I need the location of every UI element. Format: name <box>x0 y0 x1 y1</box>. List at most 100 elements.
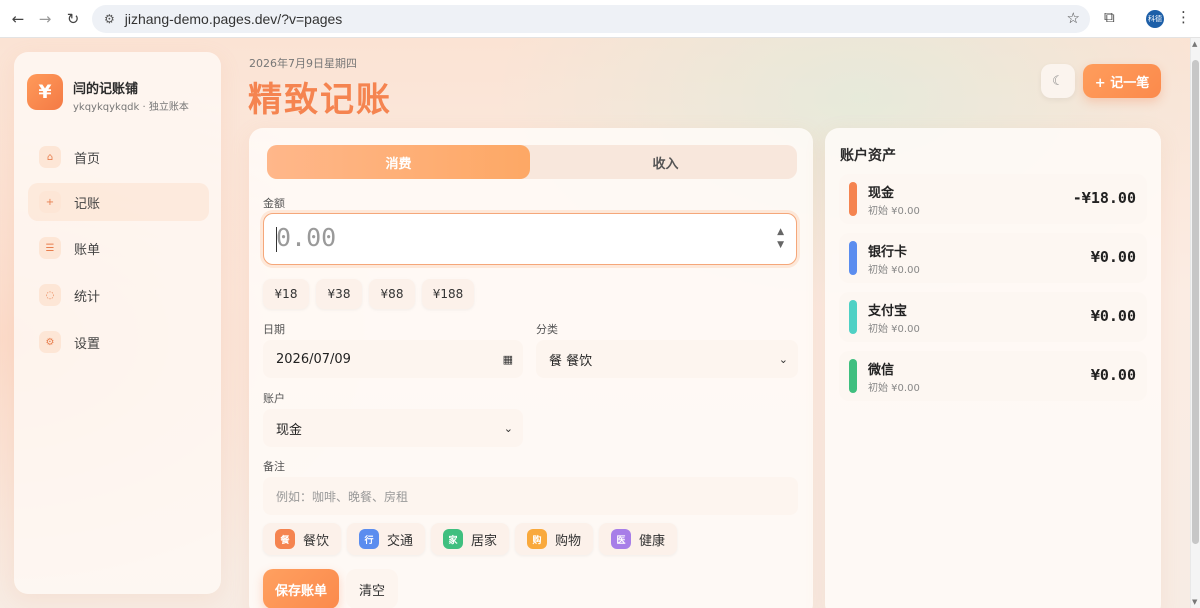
category-value: 餐 餐饮 <box>549 353 593 369</box>
scroll-up-icon[interactable]: ▲ <box>1192 40 1197 48</box>
account-color-bar <box>849 359 857 393</box>
account-balance: ¥0.00 <box>1090 307 1136 325</box>
home-category-icon: 家 <box>443 529 463 549</box>
back-icon[interactable]: ← <box>4 5 32 33</box>
scroll-down-icon[interactable]: ▼ <box>1192 598 1197 606</box>
extensions-icon[interactable]: ⧉ <box>1104 8 1115 26</box>
category-chip-dining[interactable]: 餐 餐饮 <box>263 523 341 555</box>
account-name: 微信 <box>868 363 895 378</box>
brand-name: 闫的记账铺 <box>73 82 139 97</box>
account-color-bar <box>849 182 857 216</box>
shopping-icon: 购 <box>527 529 547 549</box>
sidebar-item-label: 统计 <box>74 289 101 305</box>
amount-input[interactable]: 0.00 ▲ ▼ <box>263 213 797 265</box>
category-chip-transport[interactable]: 行 交通 <box>347 523 425 555</box>
accounts-panel: 账户资产 现金 初始 ¥0.00 -¥18.00 银行卡 初始 ¥0.00 ¥0… <box>825 128 1161 608</box>
account-color-bar <box>849 300 857 334</box>
chip-label: 居家 <box>471 533 498 549</box>
gear-icon: ⚙ <box>39 331 61 353</box>
account-color-bar <box>849 241 857 275</box>
category-chip-shopping[interactable]: 购 购物 <box>515 523 593 555</box>
date-field[interactable]: 2026/07/09 ▦ <box>263 340 523 378</box>
brand-logo-icon: ¥ <box>27 74 63 110</box>
dining-icon: 餐 <box>275 529 295 549</box>
calendar-icon[interactable]: ▦ <box>503 353 513 366</box>
plus-icon: + <box>39 191 61 213</box>
type-tabs: 消费 收入 <box>267 145 797 179</box>
account-name: 支付宝 <box>868 304 908 319</box>
quick-amount-button[interactable]: ¥188 <box>422 279 474 309</box>
page-scrollbar[interactable]: ▲ ▼ <box>1190 38 1200 608</box>
add-record-button[interactable]: + 记一笔 <box>1083 64 1161 98</box>
clear-button[interactable]: 清空 <box>346 569 398 608</box>
account-row-bank-card[interactable]: 银行卡 初始 ¥0.00 ¥0.00 <box>839 233 1147 283</box>
amount-label: 金额 <box>263 197 285 210</box>
chip-label: 交通 <box>387 533 414 549</box>
category-label: 分类 <box>536 323 558 336</box>
scrollbar-thumb[interactable] <box>1192 60 1199 544</box>
brand-subtitle: ykqykqykqdk · 独立账本 <box>73 102 189 113</box>
amount-value: 0.00 <box>276 223 337 252</box>
chip-label: 健康 <box>639 533 666 549</box>
home-icon: ⌂ <box>39 146 61 168</box>
chevron-down-icon: ⌄ <box>778 352 788 366</box>
note-placeholder: 例如：咖啡、晚餐、房租 <box>276 489 409 504</box>
account-initial: 初始 ¥0.00 <box>868 383 920 394</box>
sidebar-item-record[interactable]: + 记账 <box>28 183 209 221</box>
forward-icon[interactable]: → <box>31 5 59 33</box>
sidebar: ¥ 闫的记账铺 ykqykqykqdk · 独立账本 ⌂ 首页 + 记账 ☰ 账… <box>14 52 221 594</box>
transport-icon: 行 <box>359 529 379 549</box>
moon-icon: ☾ <box>1052 73 1064 89</box>
profile-avatar[interactable]: 科德 <box>1146 10 1164 28</box>
account-balance: ¥0.00 <box>1090 366 1136 384</box>
sidebar-item-settings[interactable]: ⚙ 设置 <box>28 323 209 361</box>
quick-amount-button[interactable]: ¥88 <box>369 279 415 309</box>
date-value: 2026/07/09 <box>276 351 351 367</box>
theme-toggle-button[interactable]: ☾ <box>1041 64 1075 98</box>
account-row-alipay[interactable]: 支付宝 初始 ¥0.00 ¥0.00 <box>839 292 1147 342</box>
site-info-icon[interactable]: ⚙ <box>104 12 115 26</box>
url-text[interactable]: jizhang-demo.pages.dev/?v=pages <box>125 11 343 27</box>
bookmark-star-icon[interactable]: ☆ <box>1067 9 1080 27</box>
date-label: 日期 <box>263 323 285 336</box>
sidebar-item-label: 账单 <box>74 242 101 258</box>
current-date: 2026年7月9日星期四 <box>249 57 357 70</box>
page-title: 精致记账 <box>248 80 392 120</box>
list-icon: ☰ <box>39 237 61 259</box>
account-name: 银行卡 <box>868 245 908 260</box>
account-select[interactable]: 现金 ⌄ <box>263 409 523 447</box>
tab-income[interactable]: 收入 <box>534 145 797 179</box>
account-label: 账户 <box>263 392 285 405</box>
sidebar-item-stats[interactable]: ◌ 统计 <box>28 276 209 314</box>
reload-icon[interactable]: ↻ <box>59 5 87 33</box>
chip-label: 餐饮 <box>303 533 330 549</box>
health-icon: 医 <box>611 529 631 549</box>
category-chip-home[interactable]: 家 居家 <box>431 523 509 555</box>
amount-stepper[interactable]: ▲ ▼ <box>777 226 784 252</box>
record-form: 消费 收入 金额 0.00 ▲ ▼ ¥18 ¥38 ¥88 ¥188 日期 202… <box>249 128 813 608</box>
accounts-title: 账户资产 <box>840 148 896 164</box>
browser-menu-icon[interactable]: ⋮ <box>1176 8 1191 26</box>
category-select[interactable]: 餐 餐饮 ⌄ <box>536 340 798 378</box>
chip-label: 购物 <box>555 533 582 549</box>
account-initial: 初始 ¥0.00 <box>868 324 920 335</box>
browser-toolbar: ← → ↻ ⚙ jizhang-demo.pages.dev/?v=pages … <box>0 0 1200 38</box>
quick-amount-button[interactable]: ¥18 <box>263 279 309 309</box>
account-row-cash[interactable]: 现金 初始 ¥0.00 -¥18.00 <box>839 174 1147 224</box>
address-bar[interactable]: ⚙ jizhang-demo.pages.dev/?v=pages ☆ <box>92 5 1090 33</box>
app-page: ¥ 闫的记账铺 ykqykqykqdk · 独立账本 ⌂ 首页 + 记账 ☰ 账… <box>0 38 1190 608</box>
sidebar-item-home[interactable]: ⌂ 首页 <box>28 138 209 176</box>
category-chip-health[interactable]: 医 健康 <box>599 523 677 555</box>
account-initial: 初始 ¥0.00 <box>868 265 920 276</box>
account-row-wechat[interactable]: 微信 初始 ¥0.00 ¥0.00 <box>839 351 1147 401</box>
quick-amount-button[interactable]: ¥38 <box>316 279 362 309</box>
account-balance: -¥18.00 <box>1072 189 1136 207</box>
sidebar-item-bills[interactable]: ☰ 账单 <box>28 229 209 267</box>
tab-expense[interactable]: 消费 <box>267 145 530 179</box>
save-button[interactable]: 保存账单 <box>263 569 339 608</box>
account-value: 现金 <box>276 422 303 438</box>
account-initial: 初始 ¥0.00 <box>868 206 920 217</box>
account-name: 现金 <box>868 186 895 201</box>
chevron-down-icon: ⌄ <box>503 421 513 435</box>
note-input[interactable]: 例如：咖啡、晚餐、房租 <box>263 477 798 515</box>
